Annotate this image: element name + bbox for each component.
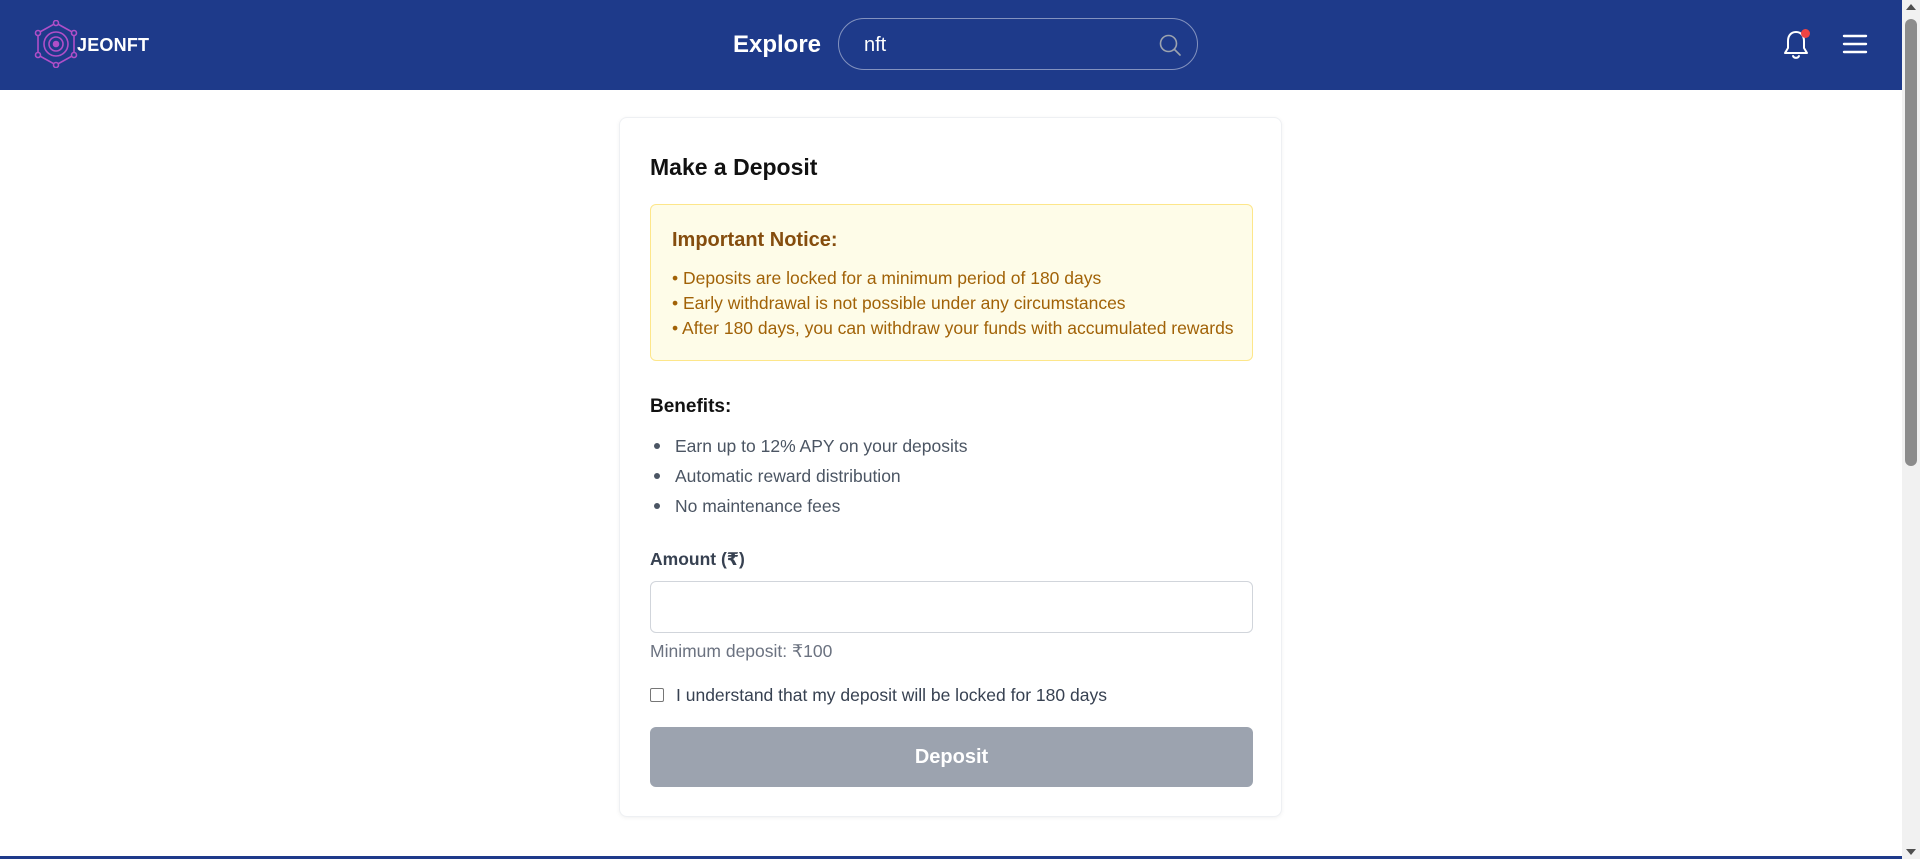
benefits-list: Earn up to 12% APY on your deposits Auto… — [650, 431, 968, 521]
amount-label: Amount (₹) — [650, 549, 745, 569]
explore-link[interactable]: Explore — [733, 31, 821, 59]
agreement-label[interactable]: I understand that my deposit will be loc… — [676, 685, 1107, 706]
deposit-button[interactable]: Deposit — [650, 727, 1253, 787]
bullet-icon — [654, 473, 660, 479]
list-item: Earn up to 12% APY on your deposits — [650, 431, 968, 461]
list-item: No maintenance fees — [650, 491, 968, 521]
page-scrollbar[interactable] — [1902, 0, 1920, 859]
scroll-up-icon[interactable] — [1906, 4, 1916, 10]
brand-logo[interactable]: JEONFT — [32, 20, 149, 68]
menu-icon[interactable] — [1842, 33, 1868, 55]
brand-name: JEONFT — [77, 34, 150, 55]
notice-line: • Deposits are locked for a minimum peri… — [672, 268, 1102, 288]
notice-line: • Early withdrawal is not possible under… — [672, 293, 1126, 313]
benefit-text: Automatic reward distribution — [675, 466, 901, 486]
important-notice: Important Notice: • Deposits are locked … — [650, 204, 1253, 361]
minimum-deposit-hint: Minimum deposit: ₹100 — [650, 641, 833, 661]
notice-line: • After 180 days, you can withdraw your … — [672, 318, 1234, 338]
deposit-card: Make a Deposit Important Notice: • Depos… — [619, 117, 1282, 817]
search-input[interactable] — [864, 31, 1134, 59]
benefits-heading: Benefits: — [650, 396, 732, 417]
logo-icon — [34, 20, 78, 68]
search-bar — [838, 18, 1198, 70]
bullet-icon — [654, 443, 660, 449]
top-navbar: JEONFT Explore — [0, 0, 1902, 90]
notification-dot — [1801, 29, 1810, 38]
amount-input[interactable] — [650, 581, 1253, 633]
bullet-icon — [654, 503, 660, 509]
list-item: Automatic reward distribution — [650, 461, 968, 491]
agreement-checkbox[interactable] — [650, 687, 664, 702]
benefit-text: No maintenance fees — [675, 496, 841, 516]
notice-list: • Deposits are locked for a minimum peri… — [672, 266, 1234, 341]
lock-agreement: I understand that my deposit will be loc… — [650, 685, 1107, 706]
scroll-down-icon[interactable] — [1906, 849, 1916, 855]
benefit-text: Earn up to 12% APY on your deposits — [675, 436, 968, 456]
page-title: Make a Deposit — [650, 154, 818, 180]
notice-title: Important Notice: — [672, 229, 838, 251]
search-icon[interactable] — [1158, 33, 1182, 57]
scrollbar-thumb[interactable] — [1905, 19, 1917, 466]
